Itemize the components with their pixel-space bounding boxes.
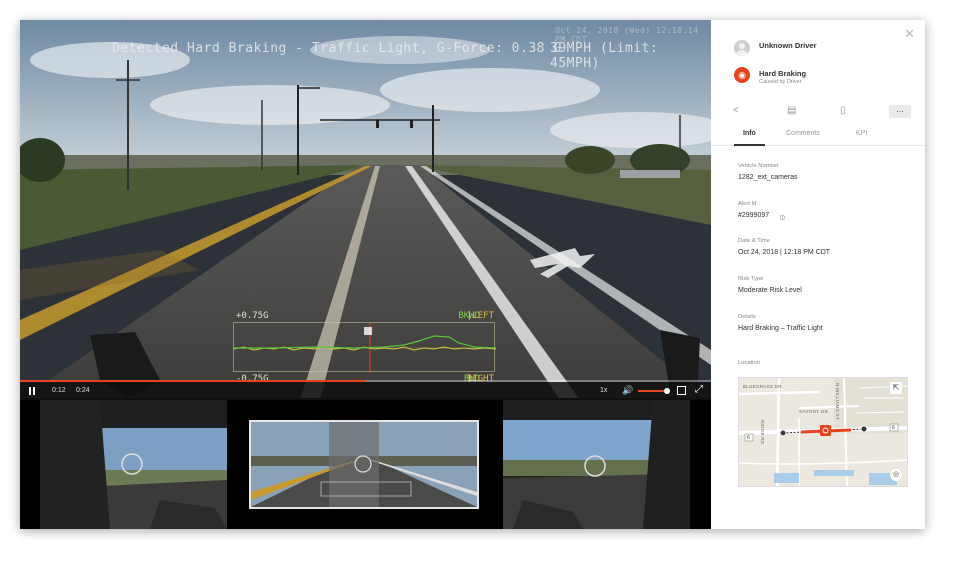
details-value: Hard Braking – Traffic Light [738, 325, 823, 332]
volume-slider[interactable] [638, 390, 667, 392]
speed-overlay: 39MPH (Limit: 45MPH) [550, 41, 659, 71]
alert-id-label: Alert Id [738, 201, 757, 207]
map-street-label: BLUEGRASS DR [743, 384, 782, 389]
location-label: Location [738, 360, 760, 366]
map-street-label: SAXONY DR [799, 409, 829, 414]
more-options-button[interactable]: ... [889, 105, 911, 118]
gforce-graph: +0.75G -0.75G BKWD | LEFT FWD | RIGHT [233, 311, 497, 384]
alert-id-value: #2999097 [738, 212, 770, 219]
progress-bar[interactable] [20, 380, 711, 382]
playback-rate-button[interactable]: 1x [600, 387, 607, 394]
open-external-icon[interactable]: ⇱ [890, 382, 902, 394]
vehicle-number-value: 1282_ext_cameras [738, 174, 798, 181]
hard-braking-icon: ◉ [734, 67, 750, 83]
battery-icon[interactable]: ▯ [840, 105, 846, 116]
avatar [734, 40, 750, 56]
pause-button[interactable] [28, 386, 38, 396]
action-toolbar: < ▤ ▯ ... [711, 102, 925, 122]
tab-bar: Info Comments KPI [711, 124, 925, 146]
details-label: Details [738, 314, 756, 320]
date-time-label: Date & Time [738, 238, 770, 244]
gforce-trace [233, 323, 497, 373]
gforce-left-label: LEFT [472, 311, 494, 321]
map-route-shield: 6 [747, 435, 751, 441]
progress-fill [20, 380, 366, 382]
driver-name: Unknown Driver [759, 41, 817, 50]
camera-thumbnails [20, 400, 711, 529]
event-subtitle: Caused by Driver [759, 79, 802, 85]
risk-type-label: Risk Type [738, 276, 764, 282]
map-route-shield: 6 [892, 425, 896, 431]
locate-icon[interactable]: ◎ [890, 469, 902, 481]
map-street-label: RIDGE RD [760, 420, 765, 445]
link-icon[interactable]: ⊘ [777, 212, 788, 223]
volume-icon[interactable]: 🔊 [622, 385, 633, 396]
thumbnail-left-camera[interactable] [40, 400, 227, 529]
close-icon[interactable]: ✕ [904, 26, 915, 42]
active-tab-indicator [734, 144, 765, 146]
alert-details-panel: ✕ Unknown Driver ◉ Hard Braking Caused b… [711, 20, 925, 529]
tab-info[interactable]: Info [743, 130, 756, 137]
gforce-positive-label: +0.75G [236, 311, 269, 321]
tab-comments[interactable]: Comments [786, 130, 820, 137]
event-caption-overlay: Detected Hard Braking - Traffic Light, G… [112, 41, 562, 56]
vehicle-number-label: Vehicle Number [738, 163, 779, 169]
risk-type-value: Moderate Risk Level [738, 287, 802, 294]
map-street-label: N WILLIAMS ST [835, 383, 840, 420]
gforce-separator: | [466, 311, 472, 321]
player-controls: 0:12 0:24 1x 🔊 ⤢ [20, 380, 711, 400]
volume-handle[interactable] [663, 388, 670, 394]
share-icon[interactable]: < [733, 105, 739, 116]
event-title: Hard Braking [759, 69, 807, 78]
theater-mode-button[interactable] [677, 386, 686, 395]
add-document-icon[interactable]: ▤ [787, 105, 796, 116]
current-time: 0:12 [52, 387, 66, 394]
date-time-value: Oct 24, 2018 | 12:18 PM CDT [738, 249, 831, 256]
fullscreen-icon[interactable]: ⤢ [695, 384, 703, 395]
thumbnail-front-camera[interactable] [249, 420, 479, 509]
dashcam-video[interactable]: Oct 24, 2018 (Wed) 12:18:14 PM CDT Detec… [20, 20, 711, 400]
tab-kpi[interactable]: KPI [856, 130, 867, 137]
thumbnail-right-camera[interactable] [503, 400, 690, 529]
location-map[interactable]: BLUEGRASS DR SAXONY DR RIDGE RD N WILLIA… [738, 377, 908, 487]
total-time: 0:24 [76, 387, 90, 394]
app-window: Oct 24, 2018 (Wed) 12:18:14 PM CDT Detec… [20, 20, 925, 529]
